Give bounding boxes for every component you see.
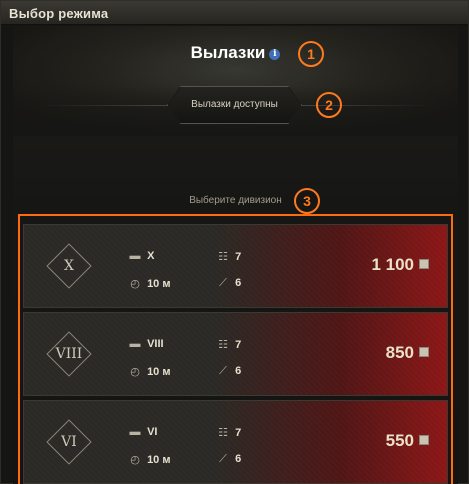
marker-3: 3: [294, 188, 320, 214]
tank-icon: ▬: [129, 338, 141, 350]
tank-tier-stat: ▬ X: [126, 250, 155, 262]
vehicles-stat: ⟋ 6: [214, 453, 241, 466]
vehicles-icon: ⟋: [219, 277, 227, 289]
tier-badge: VI: [45, 418, 93, 466]
status-pill: Вылазки доступны: [168, 87, 301, 123]
timer-icon: ◴: [130, 454, 140, 466]
tank-tier-stat: ▬ VI: [126, 426, 158, 438]
tier-badge: VIII: [45, 330, 93, 378]
tank-tier-stat: ▬ VIII: [126, 338, 164, 350]
marker-1: 1: [298, 41, 324, 67]
tier-label: X: [64, 258, 74, 274]
time-stat: ◴ 10 м: [126, 365, 170, 378]
division-price: 850: [386, 343, 429, 363]
vehicles-icon: ⟋: [219, 453, 227, 465]
tank-icon: ▬: [129, 250, 141, 262]
gold-icon: [419, 259, 429, 269]
vehicles-icon: ⟋: [219, 365, 227, 377]
gold-icon: [419, 435, 429, 445]
time-stat: ◴ 10 м: [126, 277, 170, 290]
vehicles-stat: ⟋ 6: [214, 365, 241, 378]
division-price: 1 100: [371, 255, 429, 275]
players-stat: ☷ 7: [214, 338, 241, 351]
select-division-prompt: Выберите дивизион: [189, 195, 282, 206]
mode-selection-window: Выбор режима Вылазки i 1 Вылазки доступны…: [0, 0, 469, 484]
players-icon: ☷: [218, 251, 228, 263]
players-icon: ☷: [218, 339, 228, 351]
time-stat: ◴ 10 м: [126, 453, 170, 466]
timer-icon: ◴: [130, 366, 140, 378]
gold-icon: [419, 347, 429, 357]
marker-2: 2: [316, 92, 342, 118]
division-card-x[interactable]: X ▬ X ◴ 10 м ☷ 7 ⟋ 6 1 100: [23, 224, 448, 308]
tier-label: VIII: [55, 346, 83, 362]
tank-icon: ▬: [129, 426, 141, 438]
vehicles-stat: ⟋ 6: [214, 277, 241, 290]
division-card-vi[interactable]: VI ▬ VI ◴ 10 м ☷ 7 ⟋ 6 550: [23, 400, 448, 484]
mode-title-text: Вылазки: [190, 43, 266, 62]
tier-label: VI: [61, 434, 77, 450]
players-stat: ☷ 7: [214, 426, 241, 439]
titlebar: Выбор режима: [1, 1, 468, 25]
window-title: Выбор режима: [9, 6, 109, 21]
timer-icon: ◴: [130, 278, 140, 290]
division-card-viii[interactable]: VIII ▬ VIII ◴ 10 м ☷ 7 ⟋ 6 850: [23, 312, 448, 396]
division-price: 550: [386, 431, 429, 451]
tier-badge: X: [45, 242, 93, 290]
mode-title: Вылазки i: [1, 43, 469, 63]
players-icon: ☷: [218, 427, 228, 439]
info-icon[interactable]: i: [269, 49, 281, 60]
players-stat: ☷ 7: [214, 250, 241, 263]
